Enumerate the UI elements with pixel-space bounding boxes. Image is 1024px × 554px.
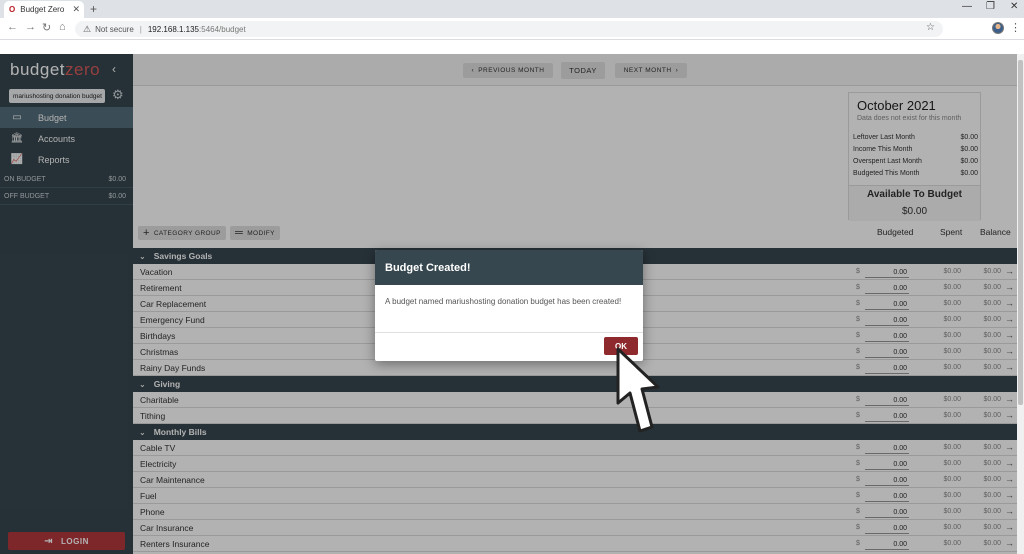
warning-icon: ⚠ [83,23,92,34]
security-label: Not secure [95,24,134,34]
dialog-message: A budget named mariushosting donation bu… [385,297,622,306]
bookmark-star-icon[interactable]: ☆ [926,22,935,33]
minimize-icon[interactable]: — [962,1,972,12]
new-tab-icon[interactable]: + [90,2,97,16]
profile-avatar[interactable] [992,22,1004,34]
browser-tab[interactable]: O Budget Zero ✕ [4,1,84,18]
browser-tabstrip: O Budget Zero ✕ + — ❐ ✕ [0,0,1024,18]
browser-toolbar: ← → ↻ ⌂ ⚠ Not secure | 192.168.1.135 :54… [0,18,1024,40]
dialog-title: Budget Created! [375,250,643,285]
pointer-arrow-icon [616,347,660,433]
tab-title: Budget Zero [20,5,65,14]
scrollbar-thumb[interactable] [1018,60,1023,405]
back-icon[interactable]: ← [7,21,18,33]
url-path: :5464/budget [199,24,246,34]
address-bar[interactable]: ⚠ Not secure | 192.168.1.135 :5464/budge… [75,21,943,37]
forward-icon[interactable]: → [25,21,36,33]
maximize-icon[interactable]: ❐ [986,1,995,12]
url-host: 192.168.1.135 [147,24,200,34]
home-icon[interactable]: ⌂ [59,21,66,33]
window-close-icon[interactable]: ✕ [1010,1,1018,12]
favicon-icon: O [9,5,16,14]
reload-icon[interactable]: ↻ [42,21,51,34]
browser-menu-icon[interactable]: ⋮ [1010,21,1021,34]
close-tab-icon[interactable]: ✕ [72,4,80,15]
address-separator: | [139,24,142,34]
